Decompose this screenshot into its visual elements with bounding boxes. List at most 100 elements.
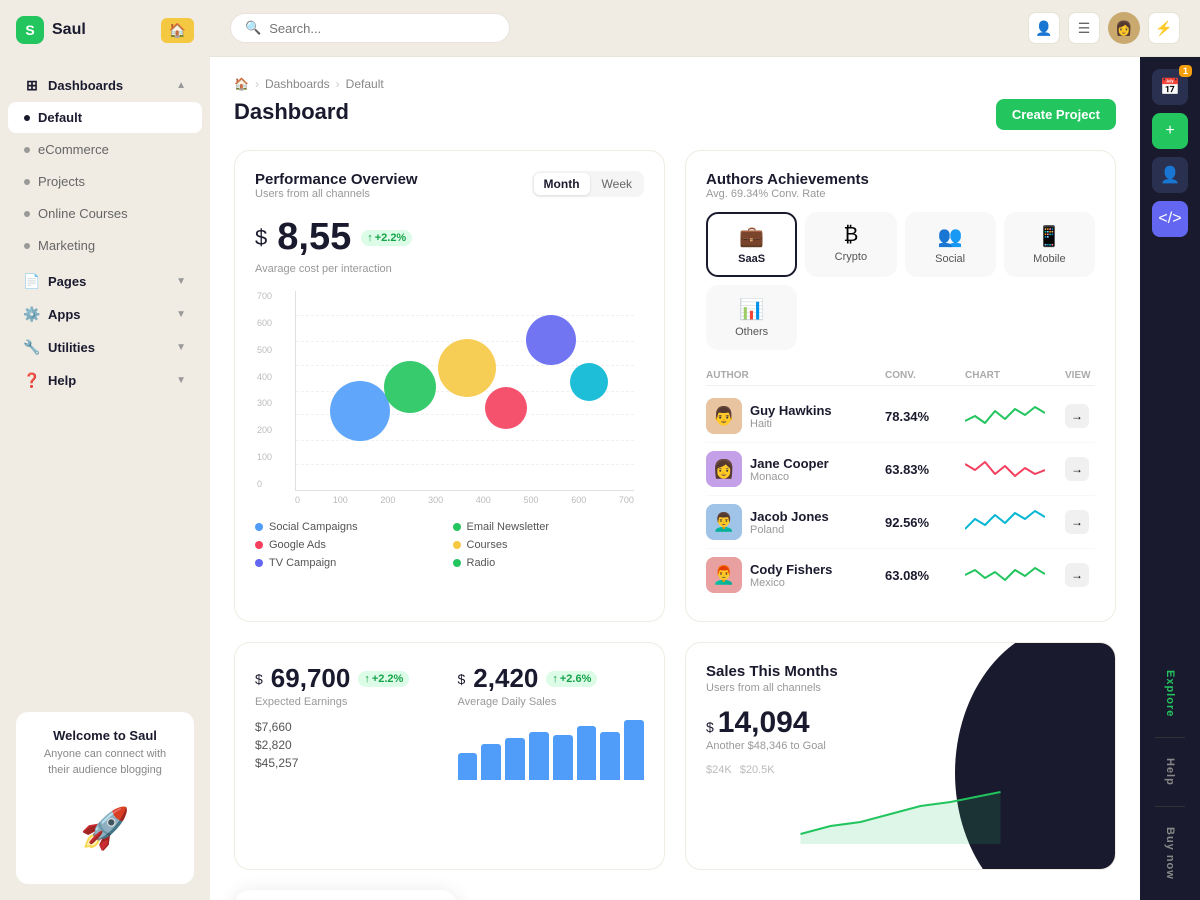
- authors-card: Authors Achievements Avg. 69.34% Conv. R…: [685, 150, 1116, 622]
- legend-radio: Radio: [453, 557, 645, 569]
- chevron-down-icon: ▲: [176, 80, 186, 91]
- sidebar-item-projects[interactable]: Projects: [8, 166, 202, 197]
- utilities-icon: 🔧: [24, 339, 40, 355]
- cat-tab-mobile[interactable]: 📱 Mobile: [1004, 212, 1095, 277]
- tab-month[interactable]: Month: [534, 173, 590, 195]
- author-row: 👩 Jane Cooper Monaco 63.83% →: [706, 443, 1095, 496]
- sidebar-item-help[interactable]: ❓ Help ▼: [8, 364, 202, 396]
- chevron-down-icon: ▼: [176, 342, 186, 353]
- expected-earnings: $ 69,700 +2.2% Expected Earnings $7,660 …: [255, 663, 442, 780]
- sidebar-footer: Welcome to Saul Anyone can connect with …: [0, 696, 210, 900]
- bootstrap-card: B Bootstrap 5: [234, 890, 457, 900]
- author-info: 👨‍🦰 Cody Fishers Mexico: [706, 557, 885, 593]
- earnings-label: Expected Earnings: [255, 696, 442, 708]
- sidebar-item-marketing[interactable]: Marketing: [8, 230, 202, 261]
- average-daily-sales: $ 2,420 +2.6% Average Daily Sales: [458, 663, 645, 780]
- add-panel-icon[interactable]: +: [1152, 113, 1188, 149]
- sales-y-labels: $24K $20.5K: [706, 764, 1095, 776]
- bar-chart: [458, 720, 645, 780]
- search-box[interactable]: 🔍: [230, 13, 510, 43]
- bubble-radio: [570, 363, 608, 401]
- calendar-panel-icon[interactable]: 📅 1: [1152, 69, 1188, 105]
- legend-dot: [453, 559, 461, 567]
- cat-tab-crypto[interactable]: ₿ Crypto: [805, 212, 896, 277]
- app-name: Saul: [52, 21, 86, 39]
- bar: [600, 732, 620, 780]
- saas-icon: 💼: [716, 224, 787, 249]
- create-project-button[interactable]: Create Project: [996, 99, 1116, 130]
- topbar-calendar-button[interactable]: 👤: [1028, 12, 1060, 44]
- cat-tab-saas[interactable]: 💼 SaaS: [706, 212, 797, 277]
- page-title: Dashboard: [234, 99, 349, 125]
- mini-chart-1: [965, 401, 1045, 431]
- performance-label: Avarage cost per interaction: [255, 263, 644, 275]
- table-header: AUTHOR CONV. CHART VIEW: [706, 366, 1095, 386]
- performance-tabs: Month Week: [532, 171, 644, 197]
- user-panel-icon[interactable]: 👤: [1152, 157, 1188, 193]
- search-input[interactable]: [269, 21, 495, 36]
- buynow-section[interactable]: Buy now: [1160, 819, 1180, 888]
- mobile-icon: 📱: [1014, 224, 1085, 249]
- legend-tv: TV Campaign: [255, 557, 447, 569]
- bubble-chart: 700 600 500 400 300 200 100 0: [295, 291, 634, 509]
- cat-tab-social[interactable]: 👥 Social: [905, 212, 996, 277]
- sidebar-item-pages[interactable]: 📄 Pages ▼: [8, 265, 202, 297]
- code-panel-icon[interactable]: </>: [1152, 201, 1188, 237]
- bar: [553, 735, 573, 780]
- help-section[interactable]: Help: [1160, 750, 1180, 794]
- legend-email: Email Newsletter: [453, 521, 645, 533]
- nav-dot: [24, 243, 30, 249]
- bubble-tv: [526, 315, 576, 365]
- bar: [624, 720, 644, 780]
- topbar-settings-button[interactable]: ⚡: [1148, 12, 1180, 44]
- author-row: 👨‍🦰 Cody Fishers Mexico 63.08% →: [706, 549, 1095, 601]
- bar: [458, 753, 478, 780]
- x-axis: 0 100 200 300 400 500 600 700: [295, 491, 634, 509]
- explore-section[interactable]: Explore: [1160, 662, 1180, 725]
- authors-title: Authors Achievements: [706, 171, 1095, 188]
- apps-icon: ⚙️: [24, 306, 40, 322]
- cat-tab-others[interactable]: 📊 Others: [706, 285, 797, 350]
- sidebar-item-online-courses[interactable]: Online Courses: [8, 198, 202, 229]
- sales-title: Sales This Months: [706, 663, 1095, 680]
- authors-conv-rate: Avg. 69.34% Conv. Rate: [706, 188, 1095, 200]
- view-button-3[interactable]: →: [1065, 510, 1089, 534]
- legend-google: Google Ads: [255, 539, 447, 551]
- user-avatar[interactable]: 👩: [1108, 12, 1140, 44]
- sales-subtitle: Users from all channels: [706, 682, 1095, 694]
- author-info: 👩 Jane Cooper Monaco: [706, 451, 885, 487]
- avatar: 👨‍🦱: [706, 504, 742, 540]
- legend-dot: [453, 541, 461, 549]
- avatar: 👩: [706, 451, 742, 487]
- view-button-2[interactable]: →: [1065, 457, 1089, 481]
- page-header: Dashboard Create Project: [234, 99, 1116, 130]
- view-button-1[interactable]: →: [1065, 404, 1089, 428]
- bar: [529, 732, 549, 780]
- tab-week[interactable]: Week: [592, 173, 642, 195]
- y-axis: 700 600 500 400 300 200 100 0: [257, 291, 272, 489]
- nav-dot: [24, 211, 30, 217]
- topbar-notification-button[interactable]: ☰: [1068, 12, 1100, 44]
- social-icon: 👥: [915, 224, 986, 249]
- app-logo: S: [16, 16, 44, 44]
- currency-symbol: $: [255, 225, 267, 251]
- back-button[interactable]: 🏠: [161, 18, 194, 43]
- sidebar-item-default[interactable]: Default: [8, 102, 202, 133]
- others-icon: 📊: [716, 297, 787, 322]
- sidebar-item-apps[interactable]: ⚙️ Apps ▼: [8, 298, 202, 330]
- legend-courses: Courses: [453, 539, 645, 551]
- bubble-email: [384, 361, 436, 413]
- crypto-icon: ₿: [815, 224, 886, 247]
- performance-value-row: $ 8,55 +2.2%: [255, 216, 644, 259]
- chart-area: [295, 291, 634, 491]
- sidebar-item-dashboards[interactable]: ⊞ Dashboards ▲: [8, 69, 202, 101]
- performance-card: Performance Overview Users from all chan…: [234, 150, 665, 622]
- sidebar-item-ecommerce[interactable]: eCommerce: [8, 134, 202, 165]
- view-button-4[interactable]: →: [1065, 563, 1089, 587]
- performance-badge: +2.2%: [361, 230, 412, 246]
- welcome-title: Welcome to Saul: [32, 728, 178, 743]
- sidebar-item-utilities[interactable]: 🔧 Utilities ▼: [8, 331, 202, 363]
- notification-badge: 1: [1179, 65, 1192, 77]
- bar: [505, 738, 525, 780]
- earnings-badge: +2.2%: [358, 671, 409, 687]
